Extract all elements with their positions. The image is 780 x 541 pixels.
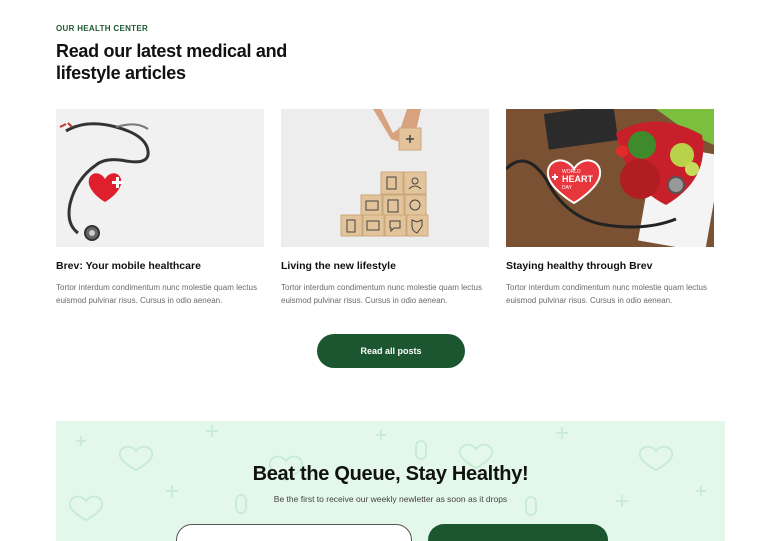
stethoscope-heart-image[interactable] xyxy=(56,109,264,247)
article-title[interactable]: Living the new lifestyle xyxy=(281,260,489,272)
image-caption-day: DAY xyxy=(562,185,573,191)
article-title[interactable]: Brev: Your mobile healthcare xyxy=(56,260,264,272)
article-title[interactable]: Staying healthy through Brev xyxy=(506,260,714,272)
newsletter-subtitle: Be the first to receive our weekly newle… xyxy=(273,494,508,504)
newsletter-title: Beat the Queue, Stay Healthy! xyxy=(252,463,529,485)
image-caption-heart: HEART xyxy=(562,174,594,184)
health-icon-blocks-image[interactable] xyxy=(281,109,489,247)
section-headline: Read our latest medical and lifestyle ar… xyxy=(56,41,287,83)
article-card[interactable]: Brev: Your mobile healthcare Tortor inte… xyxy=(56,109,264,307)
article-card[interactable]: Living the new lifestyle Tortor interdum… xyxy=(281,109,489,307)
newsletter-subscribe-button[interactable] xyxy=(428,524,608,541)
read-all-posts-button[interactable]: Read all posts xyxy=(317,334,465,368)
newsletter-email-input[interactable] xyxy=(176,524,412,541)
article-excerpt: Tortor interdum condimentum nunc molesti… xyxy=(281,283,482,305)
newsletter-section: Beat the Queue, Stay Healthy! Be the fir… xyxy=(56,421,725,541)
article-excerpt: Tortor interdum condimentum nunc molesti… xyxy=(506,283,707,305)
section-eyebrow: OUR HEALTH CENTER xyxy=(56,24,149,33)
article-excerpt: Tortor interdum condimentum nunc molesti… xyxy=(56,283,257,305)
article-card[interactable]: WORLD HEART DAY Staying healthy through … xyxy=(506,109,714,307)
world-heart-day-image[interactable]: WORLD HEART DAY xyxy=(506,109,714,247)
